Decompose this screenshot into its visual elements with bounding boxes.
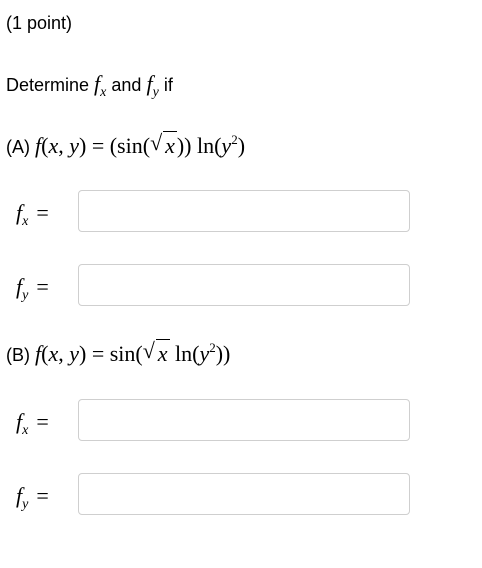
- part-b-fy-input[interactable]: [78, 473, 410, 515]
- part-a-fy-input[interactable]: [78, 264, 410, 306]
- part-a-fy-label: fy =: [16, 274, 49, 303]
- part-b-fy-label: fy =: [16, 483, 49, 512]
- part-a-question: (A) f(x, y) = (sin(√ x)) ln(y2): [6, 130, 246, 158]
- part-b-label: (B): [6, 345, 30, 365]
- part-b-question: (B) f(x, y) = sin(√ x ln(y2)): [6, 338, 231, 366]
- part-a-fx-label: fx =: [16, 200, 49, 229]
- part-a-formula: f(x, y) = (sin(√ x)) ln(y2): [35, 130, 246, 158]
- points-label: (1 point): [6, 13, 73, 33]
- fx-symbol: fx: [94, 71, 107, 100]
- part-b-fx-input[interactable]: [78, 399, 410, 441]
- fy-symbol: fy: [146, 71, 159, 100]
- instruction-mid: and: [111, 75, 142, 95]
- part-b-formula: f(x, y) = sin(√ x ln(y2)): [35, 338, 231, 366]
- instruction-prefix: Determine: [6, 75, 90, 95]
- instruction-suffix: if: [163, 75, 173, 95]
- part-b-fx-label: fx =: [16, 409, 49, 438]
- part-a-fx-input[interactable]: [78, 190, 410, 232]
- instruction-text: Determine fx and fy if: [6, 71, 173, 100]
- part-a-label: (A): [6, 137, 30, 157]
